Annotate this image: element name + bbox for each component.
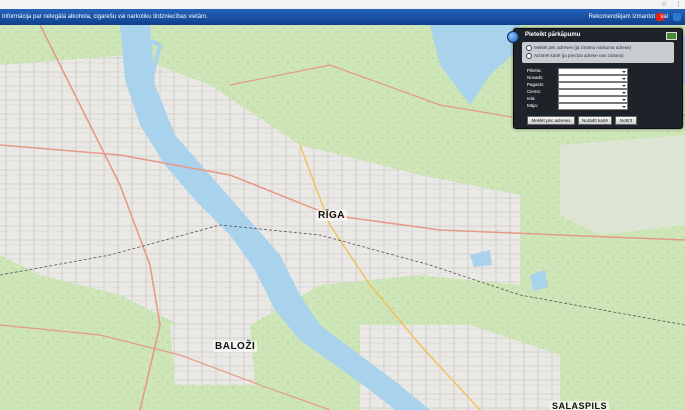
field-county: Novads: bbox=[527, 75, 637, 82]
browser-menu-icon[interactable]: ⋮ bbox=[675, 0, 682, 9]
county-select[interactable] bbox=[558, 75, 628, 82]
option-mark-on-map[interactable]: Atzīmēt kartē (ja precīza adrese nav zin… bbox=[526, 53, 624, 59]
field-parish: Pagasts: bbox=[527, 82, 637, 89]
recommend-label: Rekomendējam izmantot bbox=[588, 14, 655, 20]
firefox-browser-icon[interactable] bbox=[673, 13, 681, 21]
village-select[interactable] bbox=[558, 89, 628, 96]
flag-icon[interactable] bbox=[666, 32, 677, 40]
field-village: Ciems: bbox=[527, 89, 637, 96]
mark-on-map-button[interactable]: Norādīt kartē bbox=[578, 116, 612, 125]
city-select[interactable] bbox=[558, 68, 628, 75]
radio-search-address[interactable] bbox=[526, 45, 532, 51]
option-search-by-address[interactable]: Meklēt pēc adreses (ja zināma notikuma a… bbox=[526, 45, 631, 51]
map-pin-icon bbox=[507, 31, 519, 43]
bookmark-star-icon[interactable]: ☆ bbox=[661, 0, 667, 9]
field-street: Iela: bbox=[527, 96, 637, 103]
radio-mark-map[interactable] bbox=[526, 53, 532, 59]
field-city: Pilsēta: bbox=[527, 68, 637, 75]
report-violation-panel: Pieteikt pārkāpumu Meklēt pēc adreses (j… bbox=[507, 28, 683, 129]
map-label-riga: RĪGA bbox=[316, 210, 347, 221]
panel-title: Pieteikt pārkāpumu bbox=[525, 32, 581, 38]
map-label-salaspils: SALASPILS bbox=[550, 401, 610, 410]
house-select[interactable] bbox=[558, 103, 628, 110]
balozi-urban-area bbox=[170, 325, 255, 385]
map-label-balozi: BALOŽI bbox=[213, 341, 258, 352]
site-header: Informācija par nelegālā alkohola, cigar… bbox=[0, 9, 685, 25]
street-select[interactable] bbox=[558, 96, 628, 103]
search-by-address-button[interactable]: Meklēt pēc adreses bbox=[527, 116, 575, 125]
search-mode-options: Meklēt pēc adreses (ja zināma notikuma a… bbox=[522, 42, 674, 63]
suburb-area bbox=[560, 135, 685, 235]
clear-button[interactable]: Notīrīt bbox=[615, 116, 637, 125]
info-message: Informācija par nelegālā alkohola, cigar… bbox=[2, 14, 208, 20]
parish-select[interactable] bbox=[558, 82, 628, 89]
field-house: Māja: bbox=[527, 103, 637, 110]
or-label: vai bbox=[660, 14, 668, 20]
